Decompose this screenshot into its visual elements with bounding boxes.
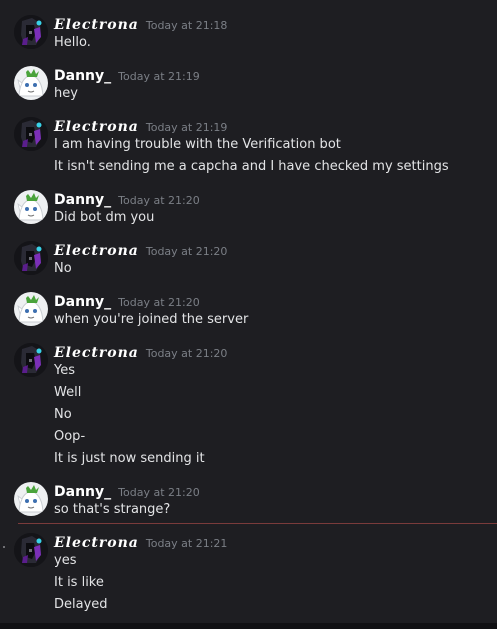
chat-window: Electrona Today at 21:18 Hello. Danny_ Tod…	[0, 0, 497, 629]
message-header: Electrona Today at 21:18	[54, 14, 228, 33]
username[interactable]: Danny_	[54, 192, 111, 208]
username[interactable]: Electrona	[54, 243, 139, 259]
hover-indicator-dot	[3, 546, 5, 548]
message-header: Electrona Today at 21:19	[54, 116, 228, 135]
timestamp: Today at 21:19	[145, 121, 228, 134]
electrona-avatar-icon[interactable]	[14, 343, 48, 377]
message-text: It isn't sending me a capcha and I have …	[54, 159, 449, 174]
timestamp: Today at 21:20	[118, 486, 200, 499]
danny-avatar-icon[interactable]	[14, 482, 48, 516]
username[interactable]: Electrona	[54, 345, 139, 361]
timestamp: Today at 21:20	[145, 347, 228, 360]
message-text: Yes	[54, 363, 75, 378]
message-text: when you're joined the server	[54, 312, 249, 327]
electrona-avatar-icon[interactable]	[14, 241, 48, 275]
timestamp: Today at 21:20	[145, 245, 228, 258]
message-text: yes	[54, 553, 77, 568]
timestamp: Today at 21:21	[145, 537, 228, 550]
message-text: hey	[54, 86, 78, 101]
danny-avatar-icon[interactable]	[14, 292, 48, 326]
electrona-avatar-icon[interactable]	[14, 533, 48, 567]
timestamp: Today at 21:19	[118, 70, 200, 83]
electrona-avatar-icon[interactable]	[14, 15, 48, 49]
username[interactable]: Electrona	[54, 119, 139, 135]
danny-avatar-icon[interactable]	[14, 190, 48, 224]
message-header: Danny_ Today at 21:20	[54, 481, 200, 500]
message-header: Electrona Today at 21:20	[54, 240, 228, 259]
message-text: Delayed	[54, 597, 108, 612]
timestamp: Today at 21:18	[145, 19, 228, 32]
message-text: so that's strange?	[54, 502, 171, 517]
bottom-edge	[0, 623, 497, 629]
username[interactable]: Electrona	[54, 17, 139, 33]
message-text: Did bot dm you	[54, 210, 155, 225]
message-header: Danny_ Today at 21:20	[54, 291, 200, 310]
message-text: Well	[54, 385, 82, 400]
username[interactable]: Danny_	[54, 294, 111, 310]
electrona-avatar-icon[interactable]	[14, 117, 48, 151]
timestamp: Today at 21:20	[118, 194, 200, 207]
message-text: I am having trouble with the Verificatio…	[54, 137, 341, 152]
message-text: It is just now sending it	[54, 451, 205, 466]
danny-avatar-icon[interactable]	[14, 66, 48, 100]
timestamp: Today at 21:20	[118, 296, 200, 309]
message-header: Danny_ Today at 21:19	[54, 65, 200, 84]
message-text: Oop-	[54, 429, 86, 444]
message-header: Danny_ Today at 21:20	[54, 189, 200, 208]
new-messages-divider	[18, 523, 497, 524]
username[interactable]: Danny_	[54, 484, 111, 500]
message-header: Electrona Today at 21:21	[54, 532, 228, 551]
message-text: No	[54, 407, 72, 422]
message-text: Hello.	[54, 35, 91, 50]
message-text: It is like	[54, 575, 104, 590]
message-text: No	[54, 261, 72, 276]
username[interactable]: Danny_	[54, 68, 111, 84]
message-header: Electrona Today at 21:20	[54, 342, 228, 361]
username[interactable]: Electrona	[54, 535, 139, 551]
